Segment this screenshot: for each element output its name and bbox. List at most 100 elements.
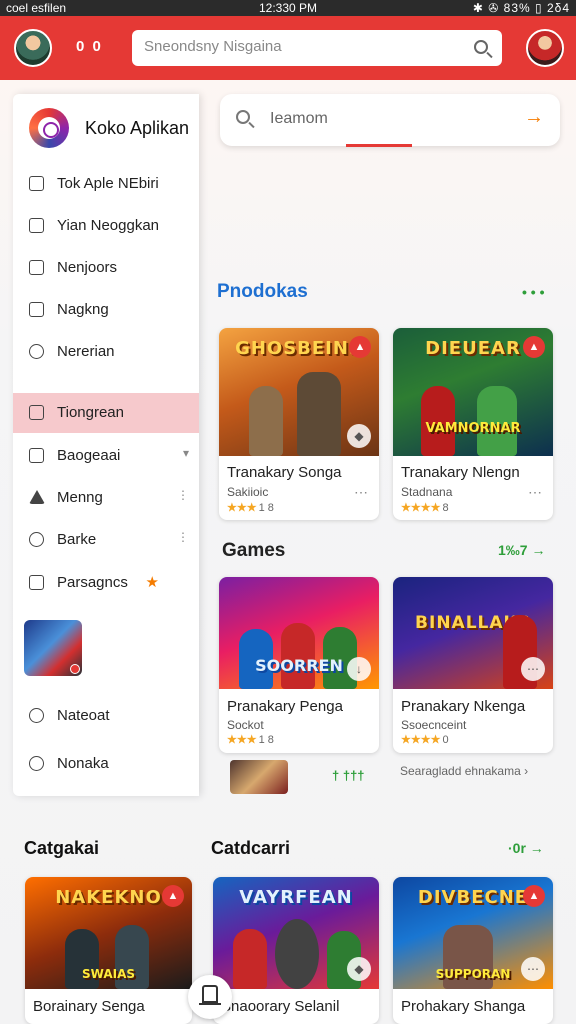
game-art: NAKEKNO SWAIAS ▲ [25, 877, 192, 989]
profile-avatar[interactable] [526, 29, 564, 67]
game-art: VAYRFEAN ◆ [213, 877, 379, 989]
main-search-bar[interactable]: Ieamom → [220, 94, 560, 147]
floating-action-button[interactable] [188, 975, 232, 1019]
drawer-item[interactable]: Barke ⋮ [13, 520, 199, 560]
help-icon [29, 756, 44, 771]
navigation-drawer: Koko Aplikan Tok Aple NEbiri Yian Neoggk… [13, 94, 199, 796]
character-figure [233, 929, 267, 989]
section-link-categories[interactable]: ·0r → [508, 840, 544, 856]
game-card[interactable]: GHOSBEINS ▲ ◆ Tranakary Songa Sakiioic ★… [219, 328, 379, 520]
main-search-placeholder[interactable]: Ieamom [270, 110, 328, 128]
status-icons: ✱ ✇ 83% ▯ 2δ4 [472, 1, 570, 15]
game-title: Tranakary Songa [227, 464, 342, 481]
drawer-item-active[interactable]: Tiongrean [13, 393, 199, 433]
more-icon[interactable]: ⋯ [528, 484, 543, 501]
image-icon [29, 405, 44, 420]
drawer-item[interactable]: Tok Aple NEbiri [13, 164, 199, 204]
more-icon[interactable]: ⋯ [521, 957, 545, 981]
top-search-bar[interactable] [132, 30, 502, 66]
app-logo-icon [29, 108, 69, 148]
share-icon [29, 176, 44, 191]
edit-icon [29, 448, 44, 463]
section-link-games[interactable]: 1‰7 → [498, 542, 545, 558]
chevron-down-icon[interactable]: ▾ [183, 446, 189, 460]
drawer-item[interactable]: Menng ⋮ [13, 478, 199, 518]
game-card[interactable]: VAYRFEAN ◆ Snaoorary Selanil [213, 877, 379, 1024]
drawer-item-label: Parsagncs [57, 574, 128, 591]
drawer-item-label: Menng [57, 489, 103, 506]
more-icon[interactable]: ⋯ [521, 657, 545, 681]
game-card[interactable]: DIEUEAR VAMNORNAR ▲ Tranakary Nlengn Sta… [393, 328, 553, 520]
gift-icon [29, 575, 44, 590]
promo-thumbnail[interactable] [230, 760, 288, 794]
section-title-categories: Catgakai [24, 838, 100, 858]
character-figure [275, 919, 319, 989]
game-art-title: VAYRFEAN [239, 887, 353, 908]
game-title: Snaoorary Selanil [221, 998, 340, 1015]
game-art: SOORREN ↓ [219, 577, 379, 689]
game-title: Borainary Senga [33, 998, 145, 1015]
drawer-item[interactable]: Parsagncs ★ [13, 563, 199, 603]
drawer-item-label: Barke [57, 531, 97, 548]
rating: ★★★★ 0 [401, 734, 449, 746]
more-icon[interactable]: ⋮ [177, 488, 189, 502]
arrow-right-icon[interactable]: → [524, 106, 544, 129]
user-avatar[interactable] [14, 29, 52, 67]
drawer-item-label: Nererian [57, 343, 115, 360]
game-subtitle: Stadnana [401, 485, 453, 499]
game-art: GHOSBEINS ▲ ◆ [219, 328, 379, 456]
star-icon: ★ [145, 574, 159, 591]
drawer-item-label: Nagkng [57, 301, 109, 318]
bookmark-icon[interactable]: ◆ [347, 957, 371, 981]
download-icon[interactable]: ↓ [347, 657, 371, 681]
drawer-item[interactable]: Nererian [13, 332, 199, 372]
search-icon[interactable] [474, 40, 488, 54]
game-title: Pranakary Penga [227, 698, 343, 715]
hot-badge-icon: ▲ [162, 885, 184, 907]
promo-row[interactable]: † ††† Searagladd ehnakama › [216, 756, 560, 794]
game-art-subtitle: VAMNORNAR [425, 421, 521, 436]
drawer-item[interactable]: Nenjoors [13, 248, 199, 288]
drawer-item[interactable]: Nonaka [13, 744, 199, 784]
game-subtitle: Ssoecnceint [401, 718, 467, 732]
game-art: DIVBECNE SUPPORAN ▲ ⋯ [393, 877, 553, 989]
bell-icon [29, 344, 44, 359]
top-search-input[interactable] [144, 38, 464, 55]
hot-badge-icon: ▲ [523, 885, 545, 907]
store-icon [199, 985, 221, 1005]
game-card[interactable]: SOORREN ↓ Pranakary Penga Sockot ★★★ 1 8 [219, 577, 379, 753]
rating: ★★★★ 8 [401, 502, 449, 514]
section-title-categories-2: Catdcarri [211, 838, 291, 858]
download-icon [29, 260, 44, 275]
drawer-item[interactable]: Nateoat [13, 696, 199, 736]
notification-count[interactable]: 0 0 [76, 38, 103, 55]
drawer-item[interactable]: Yian Neoggkan [13, 206, 199, 246]
game-subtitle: Sakiioic [227, 485, 269, 499]
bookmark-icon[interactable]: ◆ [347, 424, 371, 448]
promo-icons: † ††† [332, 768, 365, 783]
game-art-subtitle: SWAIAS [81, 967, 136, 981]
game-art: BINALLAKS ⋯ [393, 577, 553, 689]
active-indicator [346, 144, 412, 147]
promo-link[interactable]: Searagladd ehnakama › [400, 764, 528, 778]
game-card[interactable]: BINALLAKS ⋯ Pranakary Nkenga Ssoecnceint… [393, 577, 553, 753]
drawer-app-name: Koko Aplikan [85, 118, 190, 138]
drawer-item-label: Tok Aple NEbiri [57, 175, 159, 192]
drawer-item-label: Baogeaai [57, 447, 121, 464]
game-title: Prohakary Shanga [401, 998, 526, 1015]
more-icon[interactable]: ⋮ [177, 530, 189, 544]
drawer-item-label: Nenjoors [57, 259, 118, 276]
game-subtitle: Sockot [227, 718, 264, 732]
clock-icon [29, 532, 44, 547]
more-icon[interactable]: ⋯ [354, 484, 369, 501]
drawer-promo-thumbnail[interactable] [24, 620, 82, 676]
rating: ★★★ 1 8 [227, 502, 274, 514]
game-card[interactable]: DIVBECNE SUPPORAN ▲ ⋯ Prohakary Shanga [393, 877, 553, 1024]
game-card[interactable]: NAKEKNO SWAIAS ▲ Borainary Senga [25, 877, 192, 1024]
hot-badge-icon: ▲ [523, 336, 545, 358]
drawer-item[interactable]: Baogeaai ▾ [13, 436, 199, 476]
drawer-item-label: Yian Neoggkan [57, 217, 160, 234]
drawer-item[interactable]: Nagkng [13, 290, 199, 330]
checkbox-icon [29, 218, 44, 233]
section-link-products[interactable]: • • • [522, 284, 544, 300]
